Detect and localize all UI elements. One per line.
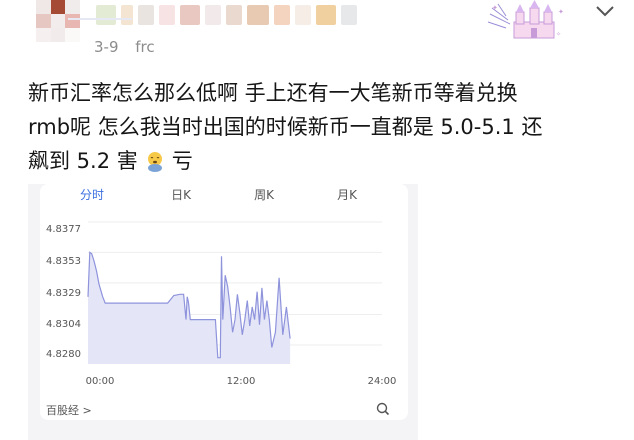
source-link[interactable]: 百股经 > [46, 402, 92, 418]
intraday-chart [87, 221, 382, 364]
y-tick-label: 4.8304 [46, 319, 81, 330]
x-tick-label: 24:00 [367, 376, 397, 387]
x-tick-label: 12:00 [226, 376, 256, 387]
search-icon[interactable] [375, 401, 391, 417]
x-tick-label: 00:00 [85, 376, 115, 387]
y-tick-label: 4.8353 [46, 256, 81, 267]
y-tick-label: 4.8329 [46, 288, 81, 299]
y-tick-label: 4.8280 [46, 349, 81, 360]
y-tick-label: 4.8377 [46, 224, 81, 235]
